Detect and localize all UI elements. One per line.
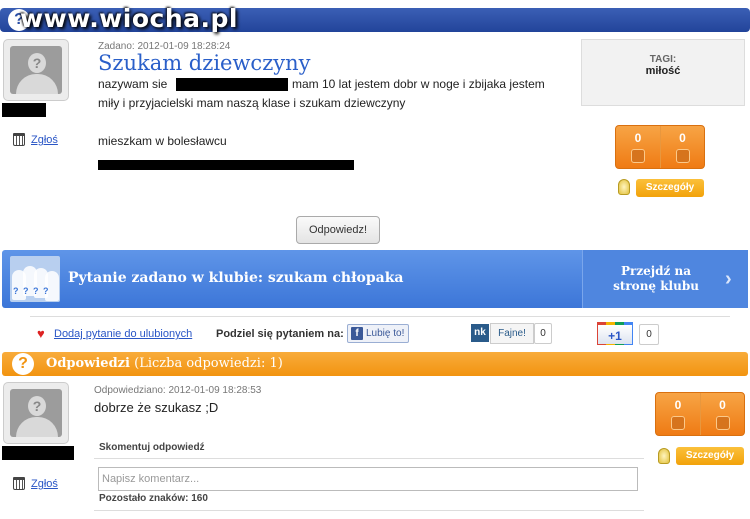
gplus-count: 0 (639, 324, 659, 345)
details-button[interactable]: Szczegóły (676, 447, 744, 465)
vote-down-count: 0 (679, 131, 686, 145)
vote-down[interactable]: 0 (700, 393, 744, 435)
share-label: Podziel się pytaniem na: (216, 328, 344, 340)
tags-box: TAGI: miłość (581, 39, 745, 106)
club-text: Pytanie zadano w klubie: szukam chłopaka (68, 270, 404, 286)
question-mark-icon: ? (12, 353, 34, 375)
redacted-line (98, 160, 354, 170)
nk-count: 0 (534, 323, 552, 344)
question-text-line1a: nazywam sie (98, 77, 168, 91)
avatar: ? (3, 382, 69, 444)
redacted-username (2, 103, 46, 117)
report-link[interactable]: Zgłoś (31, 478, 58, 490)
question-title: Szukam dziewczyny (98, 51, 311, 75)
avatar-placeholder-icon: ? (28, 396, 46, 416)
redacted-username (2, 446, 74, 460)
answers-header: ? Odpowiedzi (Liczba odpowiedzi: 1) (2, 352, 748, 376)
facebook-icon: f (351, 327, 363, 340)
vote-up[interactable]: 0 (656, 393, 700, 435)
vote-up[interactable]: 0 (616, 126, 660, 168)
add-to-favorites-link[interactable]: Dodaj pytanie do ulubionych (54, 328, 192, 340)
vote-up-count: 0 (674, 398, 682, 412)
thumb-down-icon (715, 416, 730, 430)
thumb-up-icon (671, 416, 685, 430)
details-button[interactable]: Szczegóły (636, 179, 704, 197)
go-to-club-line1: Przejdź na (620, 264, 692, 278)
vote-box: 0 0 (615, 125, 705, 169)
heart-plus-icon: ♥ (37, 326, 45, 341)
vote-down[interactable]: 0 (660, 126, 704, 168)
tag-item[interactable]: miłość (582, 65, 744, 77)
avatar-placeholder-icon: ? (28, 53, 46, 73)
question-text-line2: miły i przyjacielski mam naszą klase i s… (98, 96, 406, 110)
google-plus-button[interactable]: +1 (597, 322, 633, 345)
remaining-chars: Pozostało znaków: 160 (99, 493, 208, 504)
nk-fajne-button[interactable]: Fajne! (490, 323, 534, 344)
answers-count: (Liczba odpowiedzi: 1) (134, 356, 283, 371)
answer-date: Odpowiedziano: 2012-01-09 18:28:53 (94, 385, 262, 396)
redacted-name (176, 78, 288, 91)
facebook-like-label: Lubię to! (366, 328, 405, 339)
club-banner: ? ? ? ? Pytanie zadano w klubie: szukam … (2, 250, 748, 308)
vote-down-count: 0 (719, 398, 726, 412)
tags-label: TAGI: (649, 54, 677, 65)
answers-title: Odpowiedzi (46, 356, 130, 371)
club-group-icon: ? ? ? ? (10, 256, 60, 302)
divider (94, 510, 644, 511)
thumb-down-icon (675, 149, 690, 163)
go-to-club-line2: stronę klubu (613, 279, 699, 293)
trash-icon[interactable] (13, 133, 25, 146)
comment-input[interactable]: Napisz komentarz... (98, 467, 638, 491)
lightbulb-icon (658, 448, 670, 464)
comment-header: Skomentuj odpowiedź (99, 442, 205, 453)
watermark: www.wiocha.pl (20, 4, 238, 33)
answer-text: dobrze że szukasz ;D (94, 400, 219, 415)
lightbulb-icon (618, 179, 630, 195)
vote-up-count: 0 (634, 131, 642, 145)
question-text-line1b: mam 10 lat jestem dobr w noge i zbijaka … (292, 77, 545, 91)
trash-icon[interactable] (13, 477, 25, 490)
divider (94, 458, 644, 459)
facebook-like-button[interactable]: f Lubię to! (347, 324, 409, 343)
thumb-up-icon (631, 149, 645, 163)
avatar: ? (3, 39, 69, 101)
go-to-club-link[interactable]: Przejdź na stronę klubu › (582, 250, 748, 308)
nk-icon: nk (471, 324, 489, 342)
divider (30, 316, 730, 317)
report-link[interactable]: Zgłoś (31, 134, 58, 146)
chevron-right-icon: › (725, 268, 732, 290)
answer-button[interactable]: Odpowiedz! (296, 216, 380, 244)
question-text-line3: mieszkam w bolesławcu (98, 134, 227, 148)
answer-vote-box: 0 0 (655, 392, 745, 436)
